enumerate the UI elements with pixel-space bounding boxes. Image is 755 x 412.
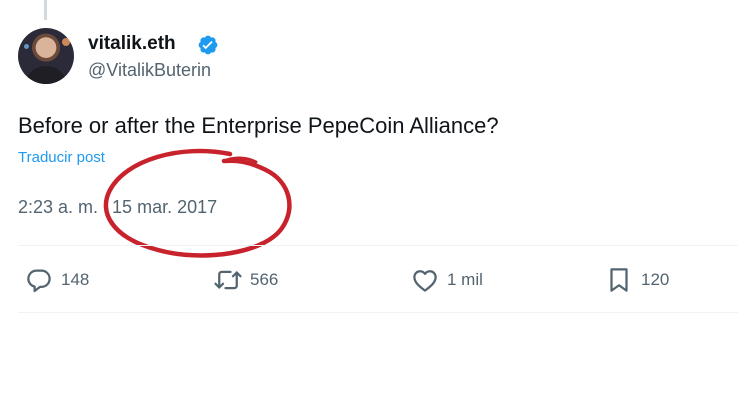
like-icon [413,270,437,292]
avatar[interactable] [18,28,74,84]
thread-line [44,0,47,20]
bookmark-count: 120 [641,270,670,289]
author-handle[interactable]: @VitalikButerin [88,60,211,81]
reply-icon [27,269,51,293]
avatar-shoulders [24,66,68,84]
divider [18,245,738,246]
reply-count: 148 [61,270,90,289]
divider [18,312,738,313]
avatar-bokeh [62,38,70,46]
repost-icon [214,270,242,290]
reply-button[interactable]: 148 [24,262,89,298]
tweet-time: 2:23 a. m. [18,197,99,217]
like-count: 1 mil [447,270,483,289]
verified-badge-icon [198,35,218,55]
bookmark-icon [610,268,628,292]
bookmark-button[interactable]: 120 [604,262,669,298]
tweet-text: Before or after the Enterprise PepeCoin … [18,113,499,138]
author-display-name[interactable]: vitalik.eth [88,33,176,55]
repost-button[interactable]: 566 [213,262,278,298]
avatar-bokeh [24,44,29,49]
translate-post-link[interactable]: Traducir post [18,149,105,166]
repost-count: 566 [250,270,279,289]
meta-separator: · [102,197,109,217]
tweet-timestamp[interactable]: 2:23 a. m. · 15 mar. 2017 [18,197,217,218]
like-button[interactable]: 1 mil [410,262,483,298]
tweet-date: 15 mar. 2017 [112,197,218,217]
